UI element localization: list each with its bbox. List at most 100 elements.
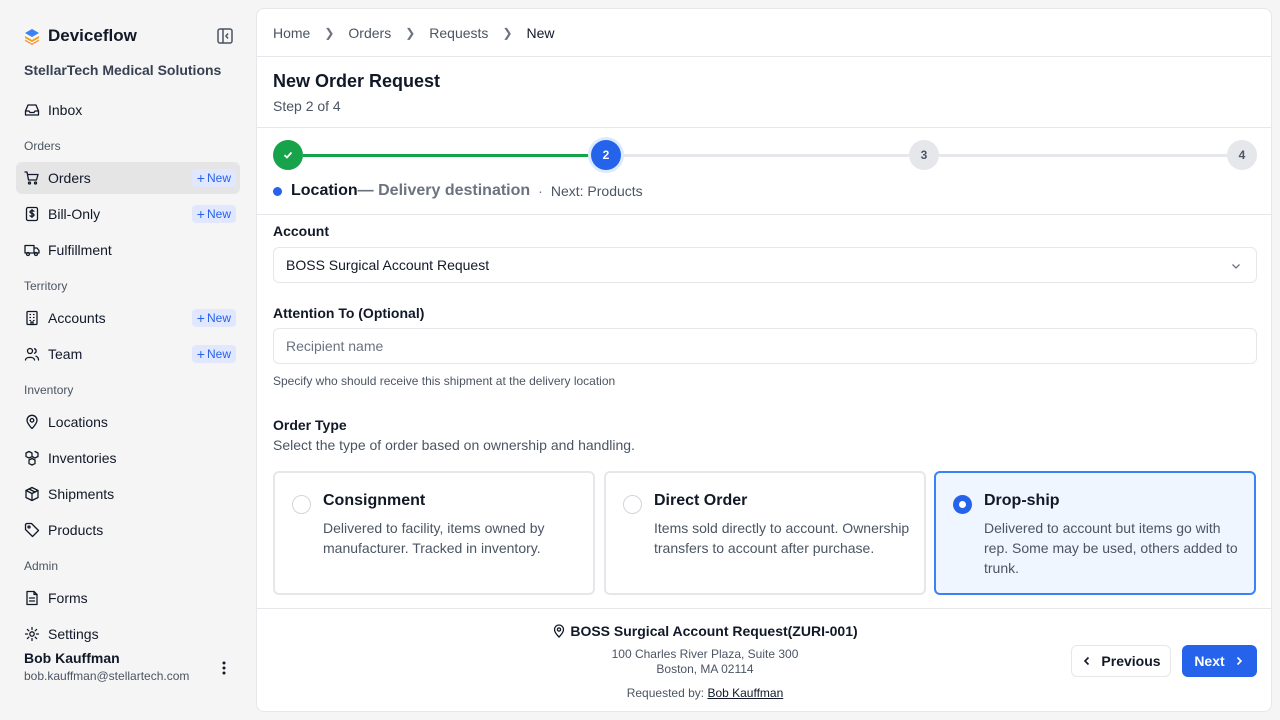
step-number: 3: [920, 148, 928, 162]
new-orders-button[interactable]: + New: [191, 169, 236, 187]
page-subtitle: Step 2 of 4: [273, 98, 341, 114]
sidebar-item-locations[interactable]: Locations: [16, 406, 240, 438]
gear-icon: [24, 626, 40, 642]
sidebar-item-label: Team: [48, 346, 83, 362]
order-type-title: Drop-ship: [984, 492, 1060, 509]
plus-icon: +: [196, 170, 205, 186]
plus-icon: +: [196, 310, 205, 326]
user-email: bob.kauffman@stellartech.com: [24, 669, 190, 683]
new-bill-only-button[interactable]: + New: [191, 205, 236, 223]
order-type-direct-order[interactable]: Direct Order Items sold directly to acco…: [604, 471, 926, 595]
sidebar-item-team[interactable]: Team + New: [16, 338, 240, 370]
inbox-icon: [24, 104, 40, 116]
sidebar-item-label: Inventories: [48, 450, 117, 466]
receipt-dollar-icon: [25, 206, 39, 222]
step-connector-3: [939, 154, 1227, 157]
form-footer: BOSS Surgical Account Request(ZURI-001) …: [257, 608, 1271, 711]
order-type-consignment[interactable]: Consignment Delivered to facility, items…: [273, 471, 595, 595]
main-panel: Home ❯ Orders ❯ Requests ❯ New New Order…: [256, 8, 1272, 712]
order-type-title: Direct Order: [654, 492, 748, 509]
breadcrumb-orders[interactable]: Orders: [348, 25, 391, 41]
sidebar-item-forms[interactable]: Forms: [16, 582, 240, 614]
nav-section-inventory: Inventory: [24, 383, 74, 397]
address-title: BOSS Surgical Account Request(ZURI-001): [552, 623, 858, 639]
radio-button[interactable]: [292, 495, 311, 514]
more-vertical-icon[interactable]: [218, 660, 230, 676]
app-name: Deviceflow: [48, 26, 137, 45]
step-number: 2: [602, 148, 610, 162]
sidebar-item-fulfillment[interactable]: Fulfillment: [16, 234, 240, 266]
account-select[interactable]: BOSS Surgical Account Request: [273, 247, 1257, 283]
brand[interactable]: Deviceflow: [24, 26, 137, 46]
chevron-right-icon: ❯: [405, 26, 416, 40]
new-badge-label: New: [206, 171, 231, 185]
plus-icon: +: [196, 346, 205, 362]
sidebar: Deviceflow StellarTech Medical Solutions…: [0, 0, 256, 720]
step-4[interactable]: 4: [1227, 140, 1257, 170]
sidebar-item-label: Inbox: [48, 102, 83, 118]
user-profile[interactable]: Bob Kauffman bob.kauffman@stellartech.co…: [24, 650, 189, 683]
boxes-icon: [25, 450, 39, 466]
new-badge-label: New: [206, 207, 231, 221]
package-icon: [25, 486, 39, 502]
step-number: 4: [1238, 148, 1246, 162]
attention-label: Attention To (Optional): [273, 305, 425, 321]
truck-icon: [24, 244, 40, 257]
map-pin-icon: [26, 414, 38, 430]
step-connector-1: [303, 154, 591, 157]
sidebar-item-label: Shipments: [48, 486, 115, 502]
attention-help-text: Specify who should receive this shipment…: [273, 374, 616, 388]
delivery-address: BOSS Surgical Account Request(ZURI-001) …: [257, 623, 1153, 700]
account-label: Account: [273, 223, 329, 239]
requested-by-link[interactable]: Bob Kauffman: [707, 686, 783, 700]
new-badge-label: New: [206, 347, 231, 361]
sidebar-item-label: Settings: [48, 626, 99, 642]
new-team-button[interactable]: + New: [191, 345, 236, 363]
stepper: 2 3 4: [273, 140, 1257, 170]
breadcrumb-requests[interactable]: Requests: [429, 25, 488, 41]
sidebar-item-shipments[interactable]: Shipments: [16, 478, 240, 510]
plus-icon: +: [196, 206, 205, 222]
order-type-desc: Items sold directly to account. Ownershi…: [654, 520, 910, 556]
sidebar-item-accounts[interactable]: Accounts + New: [16, 302, 240, 334]
attention-input[interactable]: [273, 328, 1257, 364]
step-1[interactable]: [273, 140, 303, 170]
order-type-desc: Delivered to account but items go with r…: [984, 520, 1238, 576]
sidebar-item-inventories[interactable]: Inventories: [16, 442, 240, 474]
breadcrumb-home[interactable]: Home: [273, 25, 310, 41]
sidebar-item-products[interactable]: Products: [16, 514, 240, 546]
check-icon: [283, 151, 293, 159]
next-button[interactable]: Next: [1182, 645, 1257, 677]
nav-section-orders: Orders: [24, 139, 61, 153]
organization-name: StellarTech Medical Solutions: [24, 62, 222, 78]
sidebar-item-orders[interactable]: Orders + New: [16, 162, 240, 194]
sidebar-collapse-icon[interactable]: [216, 27, 234, 45]
new-accounts-button[interactable]: + New: [191, 309, 236, 327]
sidebar-item-bill-only[interactable]: Bill-Only + New: [16, 198, 240, 230]
building-icon: [26, 310, 38, 326]
sidebar-item-label: Products: [48, 522, 104, 538]
sidebar-item-settings[interactable]: Settings: [16, 618, 240, 650]
step-3[interactable]: 3: [909, 140, 939, 170]
nav-section-admin: Admin: [24, 559, 59, 573]
sidebar-item-label: Orders: [48, 170, 91, 186]
order-type-drop-ship[interactable]: Drop-ship Delivered to account but items…: [934, 471, 1256, 595]
address-title-text: BOSS Surgical Account Request(ZURI-001): [570, 623, 858, 639]
sidebar-item-label: Accounts: [48, 310, 106, 326]
sidebar-item-inbox[interactable]: Inbox: [16, 94, 240, 126]
step-caption: Location — Delivery destination · Next: …: [273, 182, 643, 200]
radio-button[interactable]: [953, 495, 972, 514]
step-2[interactable]: 2: [591, 140, 621, 170]
divider: [257, 56, 1271, 57]
requested-by-label: Requested by:: [626, 686, 705, 700]
requested-by: Requested by: Bob Kauffman: [257, 686, 1153, 700]
sidebar-item-label: Forms: [48, 590, 88, 606]
previous-button[interactable]: Previous: [1071, 645, 1171, 677]
sidebar-nav: Inbox Orders Orders + New Bill-Only + New Fulfil…: [16, 94, 240, 654]
radio-button[interactable]: [623, 495, 642, 514]
divider: [257, 214, 1271, 215]
chevron-down-icon: [1232, 264, 1240, 269]
account-select-value: BOSS Surgical Account Request: [286, 257, 490, 273]
chevron-left-icon: [1084, 656, 1090, 666]
breadcrumb: Home ❯ Orders ❯ Requests ❯ New: [273, 25, 555, 41]
